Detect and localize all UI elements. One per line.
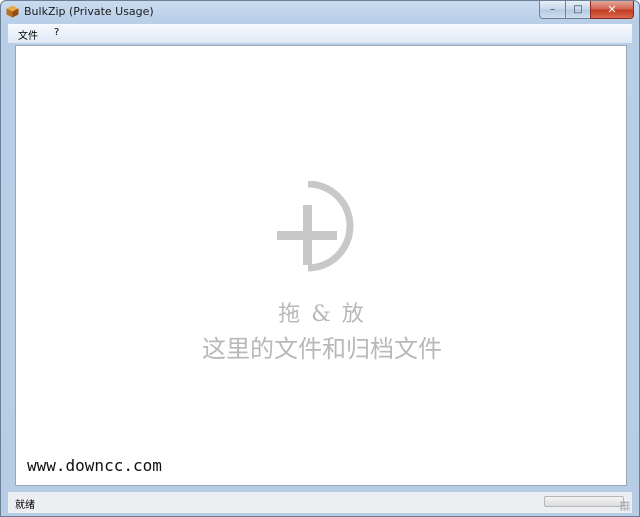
drop-zone[interactable]: 拖 & 放 这里的文件和归档文件 www.downcc.com bbox=[15, 45, 627, 486]
window-title: BulkZip (Private Usage) bbox=[24, 5, 154, 18]
menu-file[interactable]: 文件 bbox=[18, 27, 38, 42]
resize-grip-icon[interactable] bbox=[620, 501, 630, 511]
status-bar: 就绪 bbox=[8, 492, 632, 513]
progress-bar bbox=[544, 496, 624, 507]
watermark-url: www.downcc.com bbox=[27, 456, 162, 475]
app-window: BulkZip (Private Usage) – □ ✕ 文件 ? 拖 & 放… bbox=[0, 0, 640, 517]
menu-help[interactable]: ? bbox=[54, 27, 59, 38]
title-bar[interactable]: BulkZip (Private Usage) – □ ✕ bbox=[1, 1, 639, 23]
menu-bar: 文件 ? bbox=[8, 24, 632, 43]
minimize-icon: – bbox=[550, 4, 555, 15]
plus-drop-icon bbox=[277, 181, 354, 272]
maximize-icon: □ bbox=[573, 4, 583, 15]
caption-buttons: – □ ✕ bbox=[539, 1, 634, 19]
close-button[interactable]: ✕ bbox=[590, 1, 634, 19]
maximize-button[interactable]: □ bbox=[565, 1, 590, 19]
package-box-icon bbox=[6, 5, 19, 18]
minimize-button[interactable]: – bbox=[539, 1, 565, 19]
close-icon: ✕ bbox=[607, 3, 617, 16]
status-text: 就绪 bbox=[15, 500, 35, 511]
drop-title: 拖 & 放 bbox=[278, 302, 366, 327]
drop-subtitle: 这里的文件和归档文件 bbox=[202, 335, 442, 363]
